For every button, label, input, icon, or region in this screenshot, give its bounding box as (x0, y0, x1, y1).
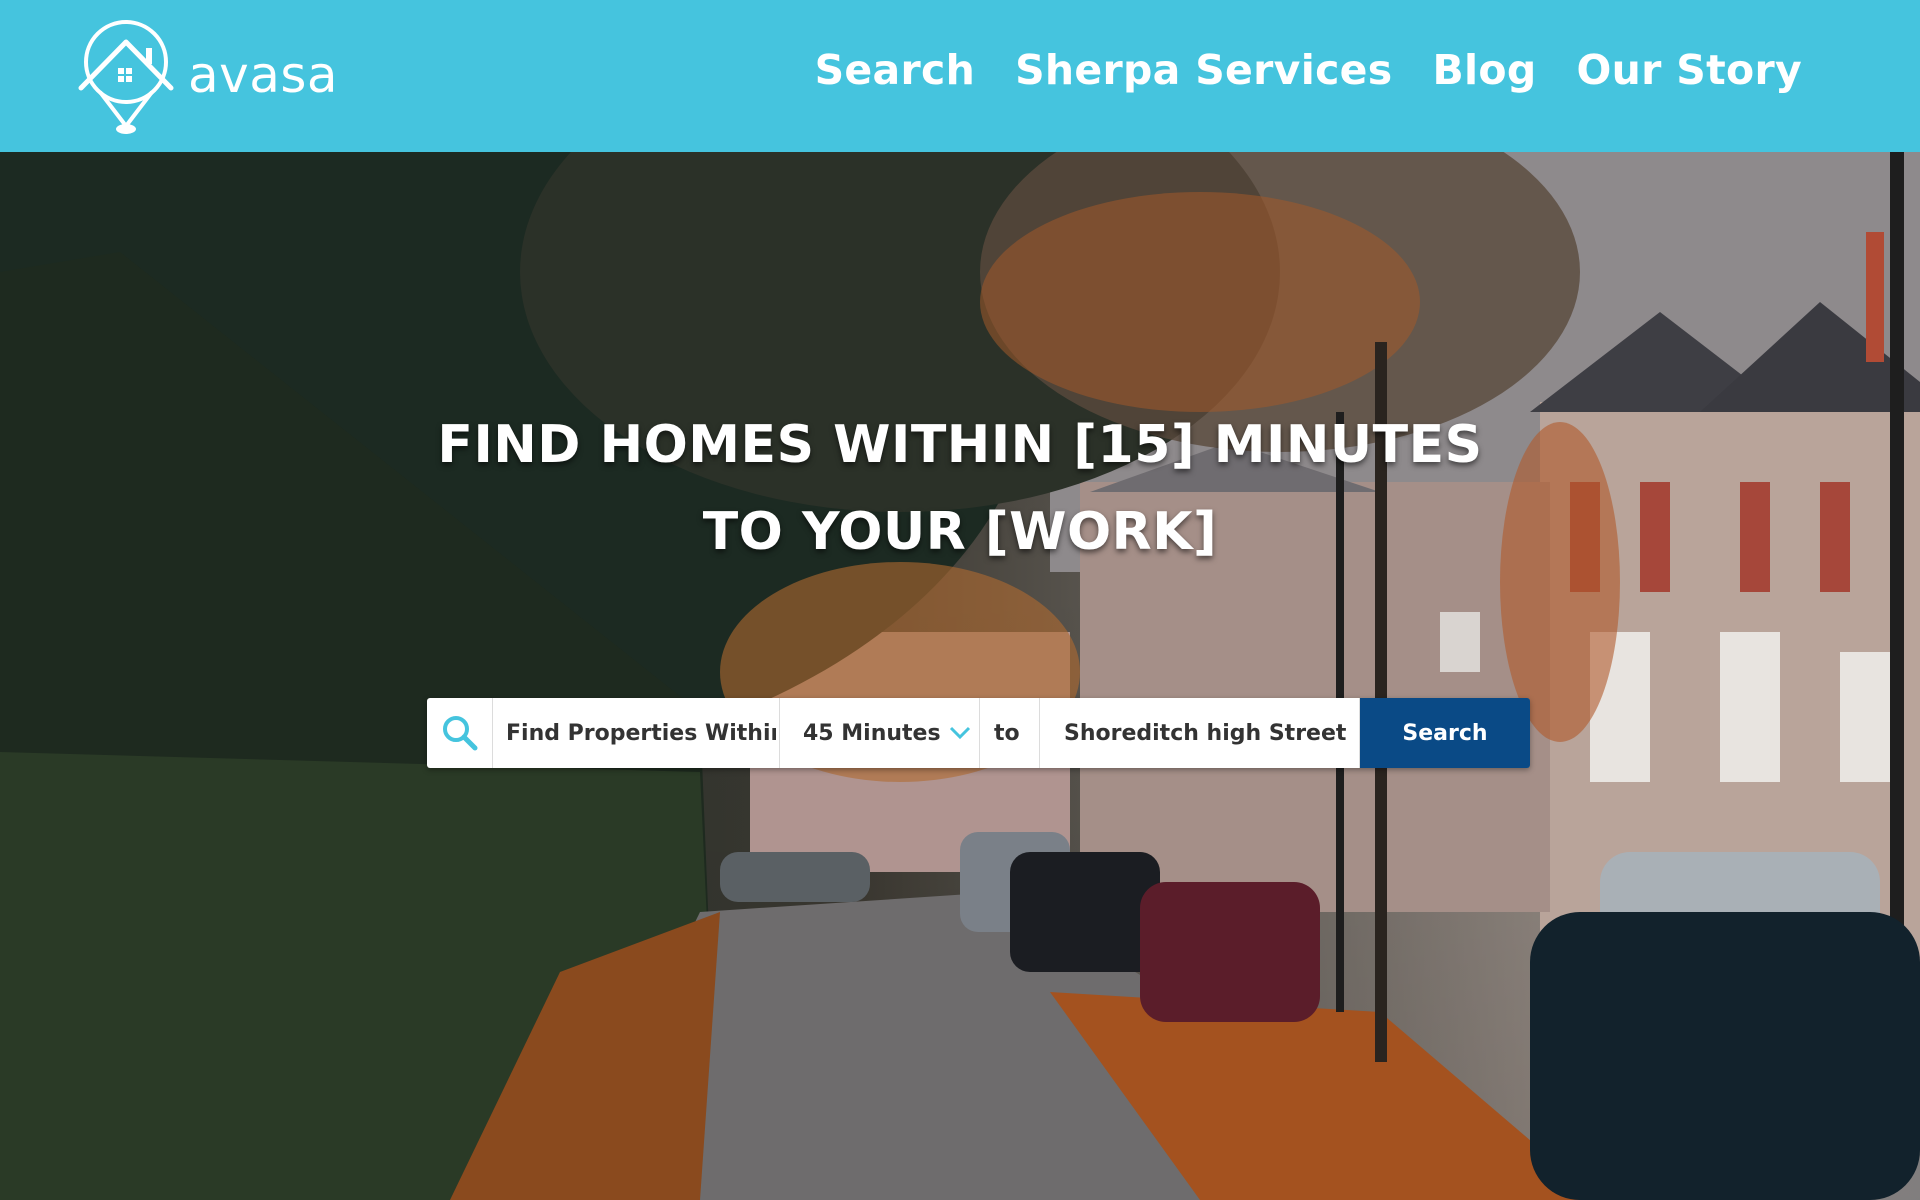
search-icon-cell (427, 698, 493, 768)
hero-headline: FIND HOMES WITHIN [15] MINUTES TO YOUR [… (437, 415, 1483, 562)
destination-input[interactable] (1062, 719, 1356, 747)
nav-item-sherpa-services[interactable]: Sherpa Services (1015, 46, 1392, 94)
hero-section: FIND HOMES WITHIN [15] MINUTES TO YOUR [… (0, 152, 1920, 1200)
nav-item-blog[interactable]: Blog (1432, 46, 1536, 94)
duration-value: 45 Minutes (803, 720, 941, 746)
site-header: avasa Search Sherpa Services Blog Our St… (0, 0, 1920, 152)
brand-name: avasa (188, 46, 339, 104)
to-label: to (980, 698, 1040, 768)
main-nav: Search Sherpa Services Blog Our Story (815, 46, 1802, 94)
nav-item-our-story[interactable]: Our Story (1577, 46, 1802, 94)
chevron-down-icon (949, 726, 971, 740)
logo[interactable]: avasa (78, 18, 338, 138)
house-pin-logo-icon (78, 20, 174, 134)
hero-background-image (0, 152, 1920, 1200)
find-properties-field[interactable] (493, 698, 780, 768)
search-bar: 45 Minutes to Search (427, 698, 1530, 768)
destination-field[interactable] (1040, 698, 1360, 768)
find-properties-input[interactable] (504, 719, 778, 747)
nav-item-search[interactable]: Search (815, 46, 976, 94)
search-icon (442, 716, 477, 751)
duration-select[interactable]: 45 Minutes (780, 698, 980, 768)
search-button[interactable]: Search (1360, 698, 1530, 768)
